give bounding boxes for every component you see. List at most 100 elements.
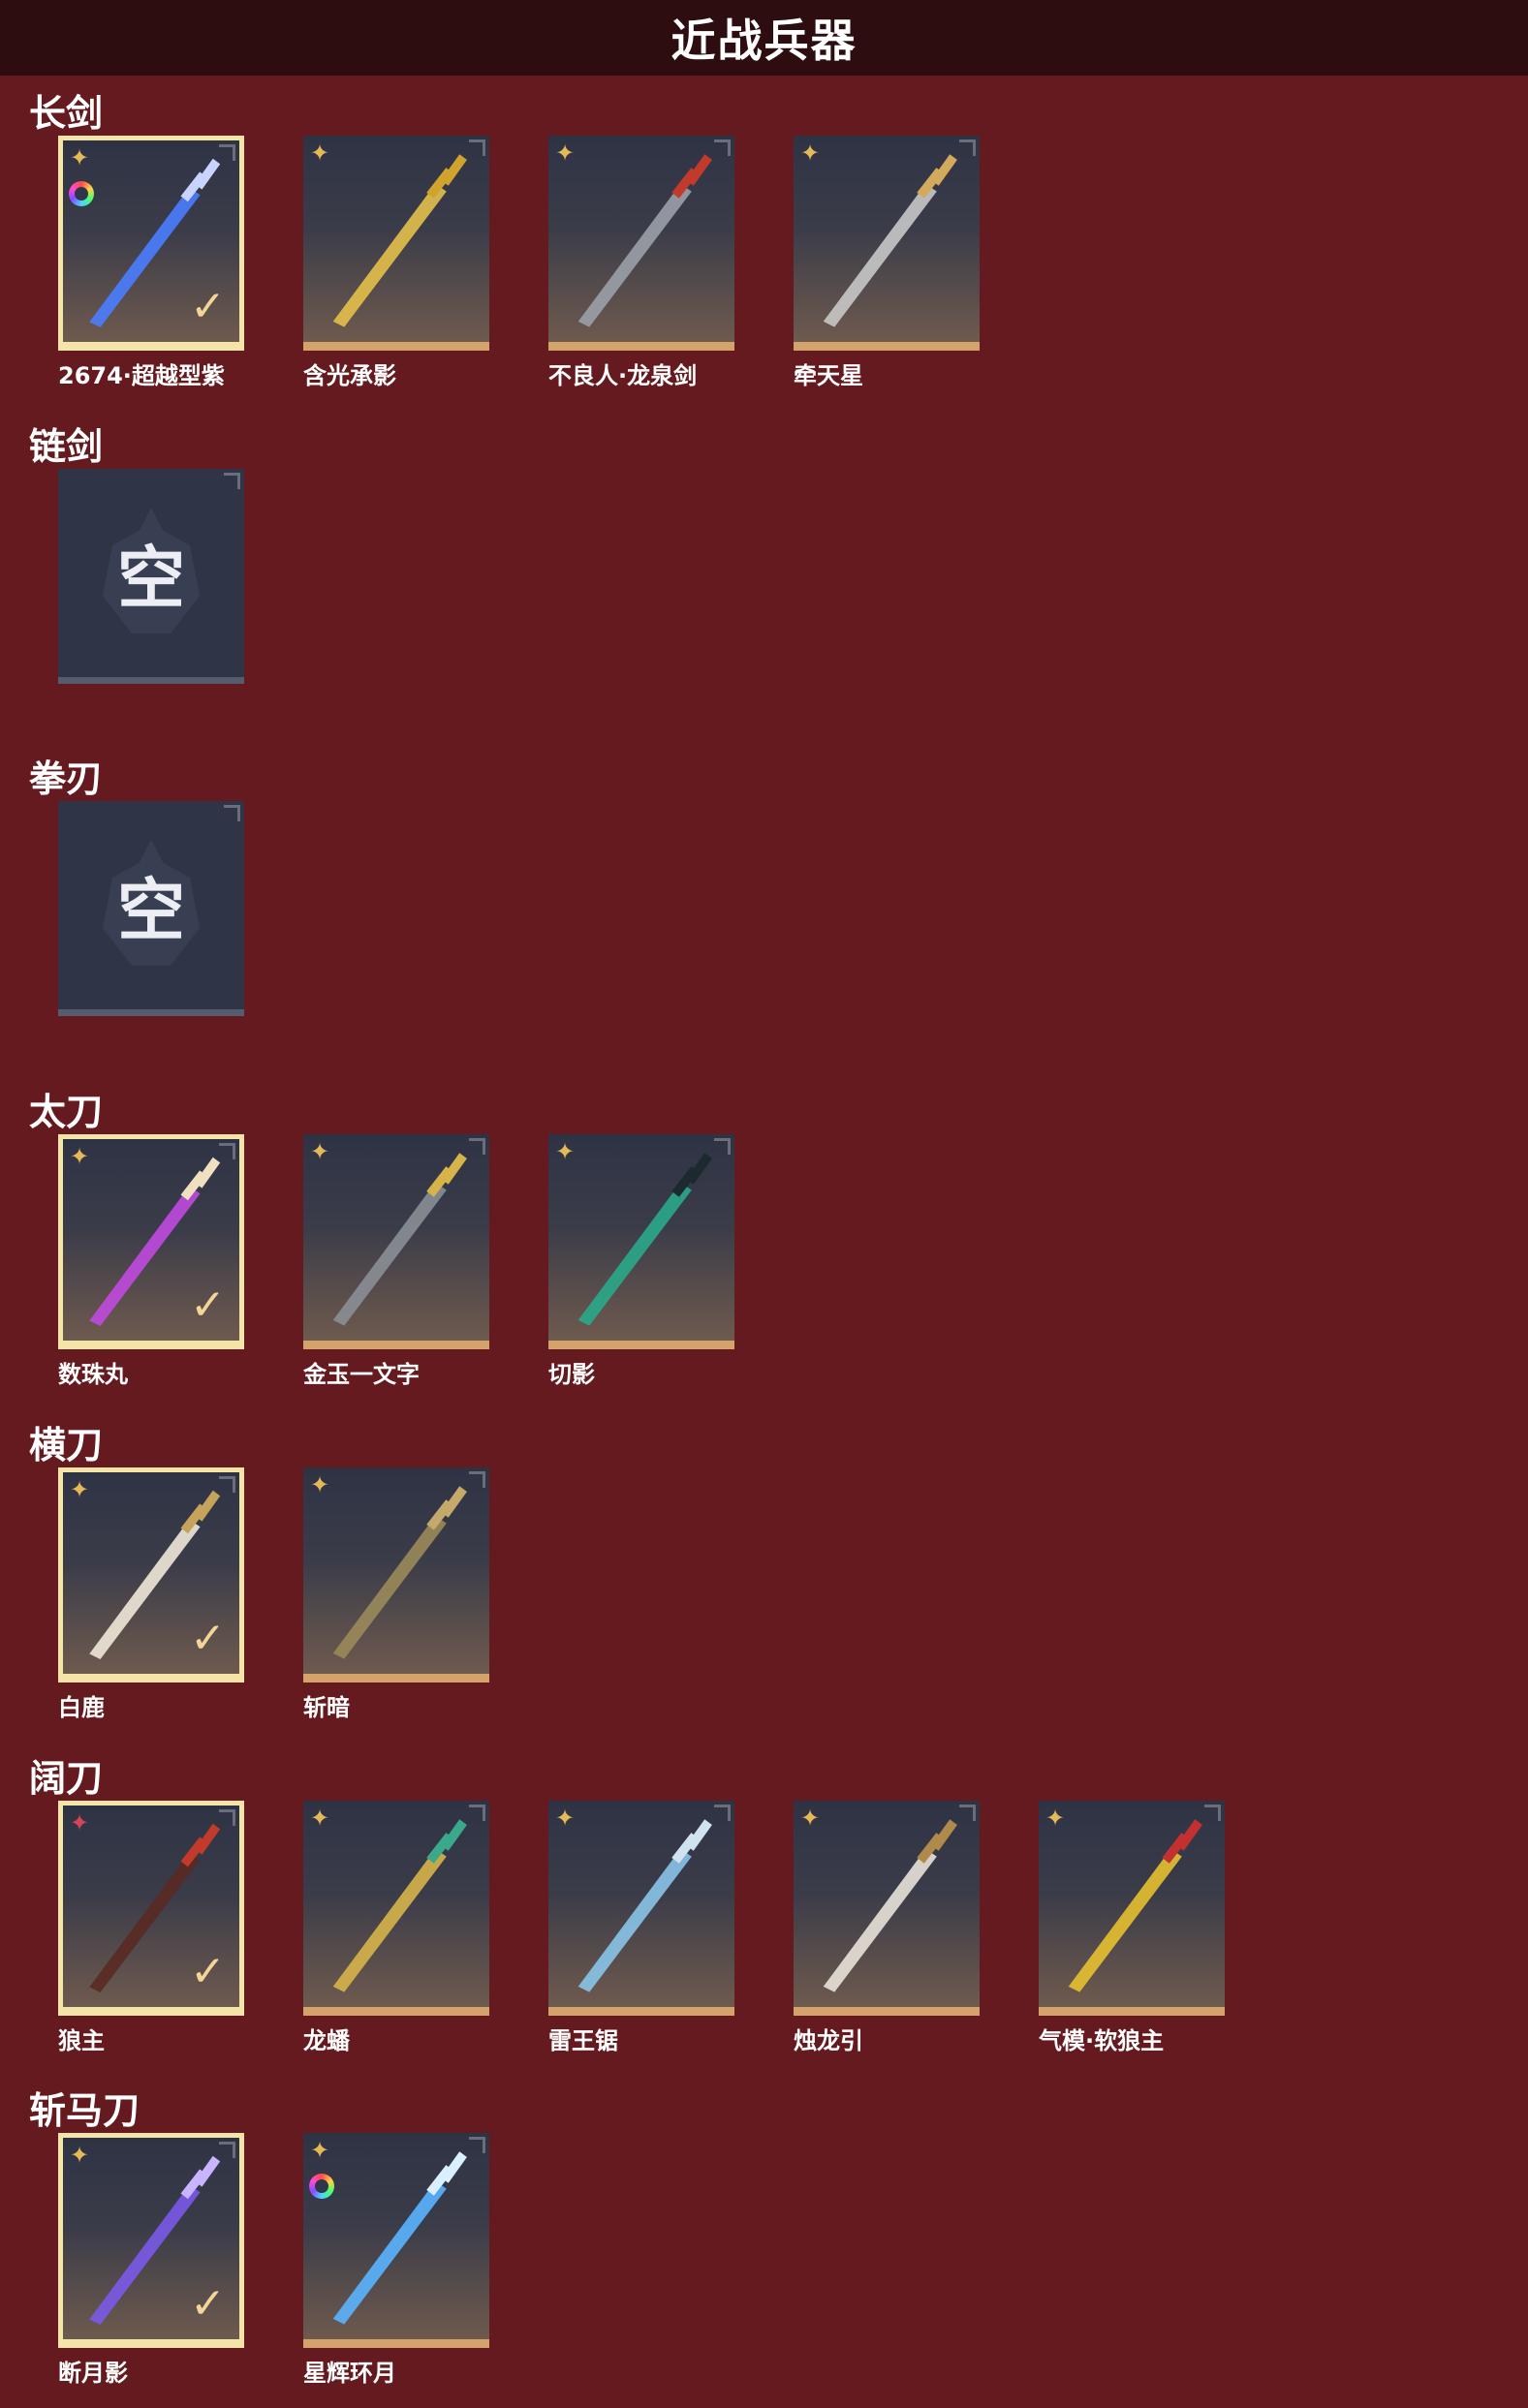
weapon-image xyxy=(332,1819,467,1992)
weapon-card[interactable]: ✦ ✓ xyxy=(58,1801,244,2016)
weapon-blade xyxy=(89,1852,201,1993)
weapon-name: 金玉一文字 xyxy=(303,1361,420,1388)
weapon-blade xyxy=(332,2180,447,2325)
weapon-card[interactable]: ✦ xyxy=(548,1134,734,1349)
section-title: 阔刀 xyxy=(29,1757,104,1800)
check-icon: ✓ xyxy=(190,1947,226,1996)
section-title: 链剑 xyxy=(29,425,104,468)
weapon-blade xyxy=(577,1182,692,1326)
color-ring-icon xyxy=(309,2174,334,2199)
weapon-name: 不良人·龙泉剑 xyxy=(548,362,698,389)
corner-bracket-icon xyxy=(219,1476,235,1493)
weapon-card[interactable]: ✦ xyxy=(548,136,734,351)
corner-bracket-icon xyxy=(469,2137,485,2153)
empty-weapon-slot[interactable]: 空 xyxy=(58,801,244,1016)
rarity-star-icon: ✦ xyxy=(310,1138,330,1165)
corner-bracket-icon xyxy=(714,1805,731,1821)
rarity-star-icon: ✦ xyxy=(800,139,821,167)
weapon-image xyxy=(332,1486,467,1659)
weapon-blade xyxy=(577,183,692,327)
empty-slot-label: 空 xyxy=(117,871,185,950)
weapon-name: 斩暗 xyxy=(303,1694,350,1721)
weapon-blade xyxy=(577,1848,692,1992)
weapon-card[interactable]: ✦ ✓ xyxy=(58,1134,244,1349)
weapon-blade xyxy=(823,1848,937,1992)
weapon-card[interactable]: ✦ xyxy=(548,1801,734,2016)
corner-bracket-icon xyxy=(219,1809,235,1826)
empty-weapon-slot[interactable]: 空 xyxy=(58,469,244,684)
rarity-star-icon: ✦ xyxy=(70,1143,90,1170)
check-icon: ✓ xyxy=(190,282,226,331)
weapon-name: 雷王锯 xyxy=(548,2027,618,2054)
weapon-name: 牵天星 xyxy=(794,362,863,389)
weapon-card[interactable]: ✦ xyxy=(303,1801,489,2016)
weapon-blade xyxy=(89,1519,201,1660)
weapon-card[interactable]: ✦ xyxy=(1039,1801,1225,2016)
corner-bracket-icon xyxy=(224,473,240,489)
weapon-image xyxy=(332,1153,467,1326)
weapon-card[interactable]: ✦ xyxy=(303,2133,489,2348)
rarity-star-icon: ✦ xyxy=(555,1805,576,1832)
weapon-blade xyxy=(332,1848,447,1992)
weapon-blade xyxy=(89,187,201,328)
weapon-card[interactable]: ✦ xyxy=(303,1467,489,1683)
rarity-star-icon: ✦ xyxy=(310,1805,330,1832)
weapon-blade xyxy=(823,183,937,327)
weapon-card[interactable]: ✦ xyxy=(303,1134,489,1349)
corner-bracket-icon xyxy=(959,1805,976,1821)
corner-bracket-icon xyxy=(714,1138,731,1155)
rarity-star-icon: ✦ xyxy=(555,1138,576,1165)
weapon-name: 切影 xyxy=(548,1361,595,1388)
corner-bracket-icon xyxy=(219,2142,235,2158)
rarity-star-icon: ✦ xyxy=(310,1471,330,1498)
rarity-star-icon: ✦ xyxy=(70,2142,90,2169)
rarity-star-icon: ✦ xyxy=(70,144,90,171)
weapon-card[interactable]: ✦ ✓ xyxy=(58,1467,244,1683)
corner-bracket-icon xyxy=(959,139,976,156)
weapon-image xyxy=(332,2151,467,2325)
corner-bracket-icon xyxy=(469,1471,485,1488)
weapon-card[interactable]: ✦ ✓ xyxy=(58,2133,244,2348)
weapon-image xyxy=(823,1819,957,1992)
rarity-star-icon: ✦ xyxy=(70,1476,90,1503)
corner-bracket-icon xyxy=(469,1805,485,1821)
weapon-name: 2674·超越型紫 xyxy=(58,362,225,389)
rarity-star-icon: ✦ xyxy=(555,139,576,167)
weapon-image xyxy=(823,154,957,327)
weapon-name: 烛龙引 xyxy=(794,2027,863,2054)
section-title: 斩马刀 xyxy=(29,2089,140,2132)
section-title: 横刀 xyxy=(29,1424,104,1466)
section-title: 太刀 xyxy=(29,1091,104,1133)
corner-bracket-icon xyxy=(469,1138,485,1155)
weapon-image xyxy=(577,154,712,327)
weapon-blade xyxy=(89,1186,201,1327)
weapon-blade xyxy=(332,1182,447,1326)
section-title: 拳刃 xyxy=(29,757,104,800)
rarity-star-icon: ✦ xyxy=(310,139,330,167)
weapon-card[interactable]: ✦ xyxy=(303,136,489,351)
corner-bracket-icon xyxy=(224,805,240,821)
weapon-card[interactable]: ✦ xyxy=(794,1801,980,2016)
weapon-blade xyxy=(332,183,447,327)
rarity-star-icon: ✦ xyxy=(1045,1805,1066,1832)
weapon-card[interactable]: ✦ xyxy=(794,136,980,351)
check-icon: ✓ xyxy=(190,2279,226,2329)
rarity-star-icon: ✦ xyxy=(800,1805,821,1832)
weapon-name: 白鹿 xyxy=(58,1694,105,1721)
corner-bracket-icon xyxy=(219,144,235,161)
weapon-image xyxy=(577,1153,712,1326)
rarity-star-icon: ✦ xyxy=(70,1809,90,1837)
weapon-image xyxy=(577,1819,712,1992)
weapon-name: 含光承影 xyxy=(303,362,396,389)
weapon-image xyxy=(1068,1819,1202,1992)
corner-bracket-icon xyxy=(469,139,485,156)
page-title: 近战兵器 xyxy=(670,15,858,67)
weapon-name: 狼主 xyxy=(58,2027,105,2054)
color-ring-icon xyxy=(69,181,94,206)
weapon-name: 断月影 xyxy=(58,2360,128,2387)
weapon-card[interactable]: ✦ ✓ xyxy=(58,136,244,351)
weapon-name: 气模·软狼主 xyxy=(1039,2027,1165,2054)
section-title: 长剑 xyxy=(29,92,104,135)
rarity-star-icon: ✦ xyxy=(310,2137,330,2164)
empty-slot-label: 空 xyxy=(117,539,185,618)
